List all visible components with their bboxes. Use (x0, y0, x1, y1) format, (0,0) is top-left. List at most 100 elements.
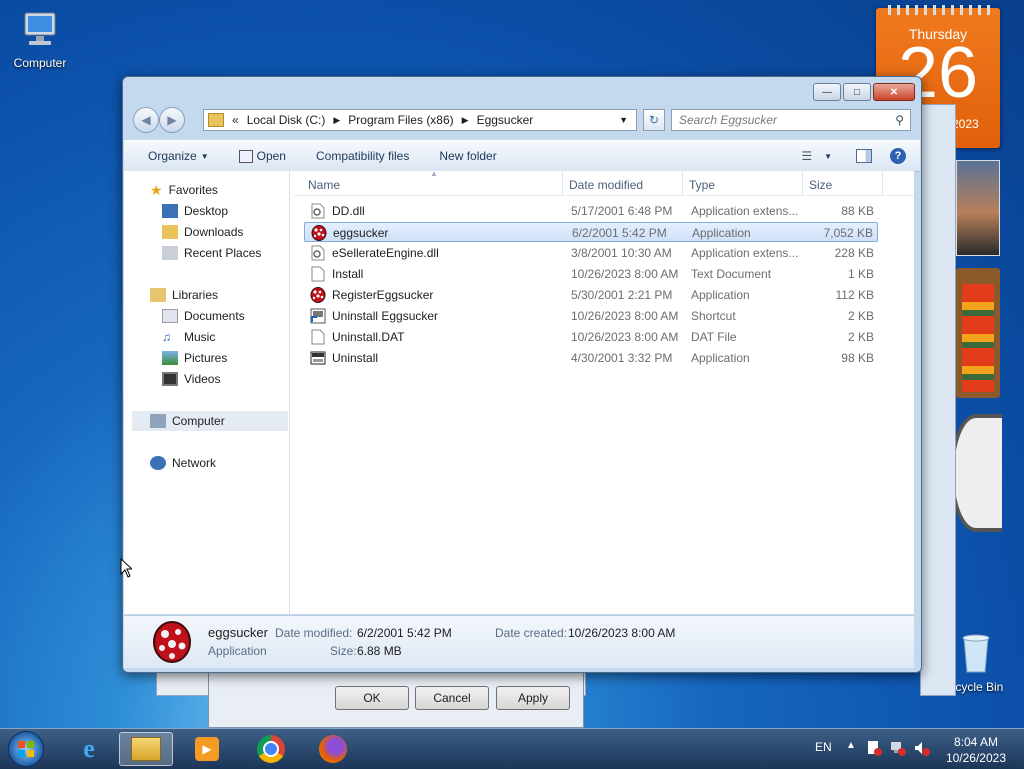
show-hidden-icons-icon[interactable]: ▲ (846, 740, 856, 751)
open-button[interactable]: Open (238, 149, 286, 163)
computer-icon (2, 10, 78, 53)
minimize-button[interactable]: — (813, 83, 841, 101)
column-name[interactable]: Name (308, 178, 340, 192)
breadcrumb-program-files[interactable]: Program Files (x86) (348, 113, 453, 127)
file-row[interactable]: eggsucker 6/2/2001 5:42 PM Application 7,05… (304, 222, 878, 242)
shortcut-icon (310, 308, 326, 327)
file-row[interactable]: DD.dll 5/17/2001 6:48 PM Application exten… (304, 201, 878, 221)
organize-button[interactable]: Organize ▼ (148, 149, 209, 163)
file-size: 88 KB (841, 204, 874, 218)
view-options-button[interactable]: ☰ ▼ (801, 149, 832, 163)
chevron-right-icon[interactable]: ▶ (462, 115, 469, 126)
taskbar-windows-explorer[interactable] (119, 732, 173, 766)
file-size: 112 KB (835, 288, 874, 302)
preview-pane-button[interactable] (856, 149, 872, 163)
calendar-rings (882, 5, 994, 15)
compatibility-files-button[interactable]: Compatibility files (316, 149, 409, 163)
slideshow-gadget[interactable] (956, 160, 1000, 256)
nav-downloads[interactable]: Downloads (162, 222, 243, 242)
puzzle-gadget[interactable] (956, 268, 1000, 398)
file-type: Application extens... (691, 246, 799, 260)
taskbar-media-player[interactable]: ▶ (180, 732, 234, 766)
file-icon (310, 329, 326, 348)
file-row[interactable]: Uninstall 4/30/2001 3:32 PM Application 98 … (304, 348, 878, 368)
sort-arrow-icon: ▲ (430, 169, 438, 178)
star-icon: ★ (150, 181, 163, 198)
search-input[interactable]: Search Eggsucker ⚲ (671, 109, 911, 131)
dll-icon (310, 245, 326, 264)
file-date-modified: 5/17/2001 6:48 PM (571, 204, 673, 218)
taskbar-internet-explorer[interactable]: e (62, 732, 116, 766)
network-status-icon[interactable] (890, 740, 906, 756)
file-row[interactable]: Uninstall Eggsucker 10/26/2023 8:00 AM Sho… (304, 306, 878, 326)
file-row[interactable]: eSellerateEngine.dll 3/8/2001 10:30 AM App… (304, 243, 878, 263)
file-row[interactable]: Uninstall.DAT 10/26/2023 8:00 AM DAT File 2… (304, 327, 878, 347)
file-date-modified: 10/26/2023 8:00 AM (571, 267, 679, 281)
file-size: 1 KB (847, 267, 874, 281)
nav-recent-places[interactable]: Recent Places (162, 243, 261, 263)
nav-desktop[interactable]: Desktop (162, 201, 228, 221)
breadcrumb-local-disk[interactable]: Local Disk (C:) (247, 113, 326, 127)
file-row[interactable]: Install 10/26/2023 8:00 AM Text Document 1 … (304, 264, 878, 284)
action-center-icon[interactable] (866, 740, 882, 756)
desktop-icon-label: Computer (13, 56, 67, 70)
file-row[interactable]: RegisterEggsucker 5/30/2001 2:21 PM Applic… (304, 285, 878, 305)
breadcrumb-eggsucker[interactable]: Eggsucker (477, 113, 534, 127)
nav-favorites[interactable]: ★ Favorites (150, 180, 218, 200)
nav-label: Desktop (184, 204, 229, 218)
nav-music[interactable]: ♫ Music (162, 327, 215, 347)
internet-explorer-icon: e (83, 734, 95, 763)
nav-libraries[interactable]: Libraries (150, 285, 218, 305)
start-button[interactable] (0, 731, 52, 767)
refresh-icon[interactable]: ↻ (643, 109, 665, 131)
file-size: 98 KB (841, 351, 874, 365)
column-date-modified[interactable]: Date modified (569, 178, 643, 192)
column-size[interactable]: Size (809, 178, 832, 192)
new-folder-button[interactable]: New folder (439, 149, 496, 163)
file-type: Text Document (691, 267, 772, 281)
file-date-modified: 3/8/2001 10:30 AM (571, 246, 672, 260)
nav-videos[interactable]: Videos (162, 369, 220, 389)
system-clock[interactable]: 8:04 AM 10/26/2023 (946, 734, 1006, 766)
nav-computer[interactable]: Computer (132, 411, 288, 431)
file-type: Application (691, 288, 750, 302)
language-indicator[interactable]: EN (815, 740, 832, 754)
back-button[interactable]: ◀ (133, 107, 159, 133)
ok-button[interactable]: OK (335, 686, 409, 710)
maximize-button[interactable]: □ (843, 83, 871, 101)
details-size: 6.88 MB (357, 644, 402, 658)
file-date-modified: 6/2/2001 5:42 PM (572, 226, 667, 240)
windows-logo-icon (8, 731, 44, 767)
close-button[interactable]: ✕ (873, 83, 915, 101)
apply-button[interactable]: Apply (496, 686, 570, 710)
documents-icon (162, 309, 178, 323)
search-placeholder: Search Eggsucker (679, 113, 778, 127)
taskbar-chrome[interactable] (244, 732, 298, 766)
music-icon: ♫ (162, 330, 171, 344)
chevron-right-icon[interactable]: ▶ (333, 115, 340, 126)
chevron-down-icon[interactable]: ▼ (619, 115, 628, 125)
help-button[interactable]: ? (890, 148, 906, 164)
media-player-icon: ▶ (195, 737, 219, 761)
dll-icon (310, 203, 326, 222)
forward-button[interactable]: ▶ (159, 107, 185, 133)
column-type[interactable]: Type (689, 178, 715, 192)
address-overflow[interactable]: « (232, 113, 239, 127)
nav-pictures[interactable]: Pictures (162, 348, 227, 368)
text-icon (310, 266, 326, 285)
clock-gadget[interactable] (950, 414, 1002, 532)
search-icon[interactable]: ⚲ (895, 113, 904, 127)
clock-date: 10/26/2023 (945, 751, 1006, 765)
egg-app-icon (152, 620, 192, 664)
nav-network[interactable]: Network (150, 453, 216, 473)
help-icon: ? (890, 148, 906, 164)
file-name: Install (332, 267, 364, 281)
videos-icon (162, 372, 178, 386)
nav-documents[interactable]: Documents (162, 306, 245, 326)
cancel-button[interactable]: Cancel (415, 686, 489, 710)
desktop-icon-computer[interactable]: Computer (2, 10, 78, 70)
open-icon (238, 149, 253, 163)
address-bar[interactable]: « Local Disk (C:) ▶ Program Files (x86) … (203, 109, 637, 131)
taskbar-firefox[interactable] (306, 732, 360, 766)
volume-muted-icon[interactable] (914, 740, 930, 756)
